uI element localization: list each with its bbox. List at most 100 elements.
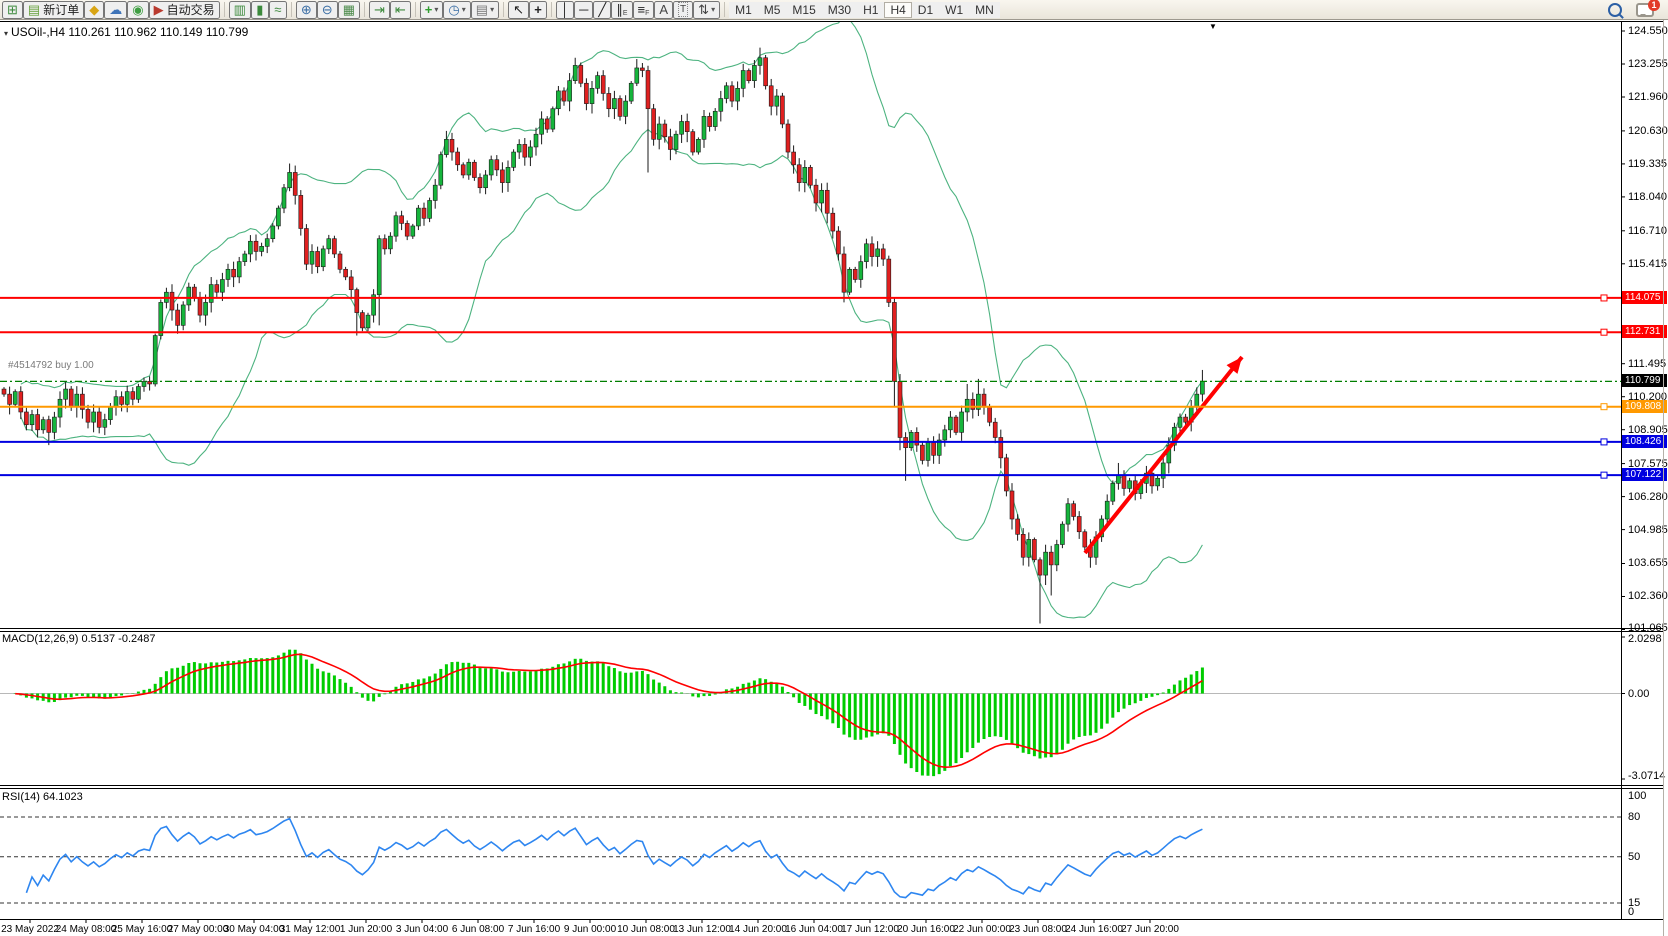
zoom-out-button[interactable]: ⊖ xyxy=(317,1,338,19)
template-icon: ▤ xyxy=(476,3,488,16)
price-tick-label: 118.040 xyxy=(1628,191,1667,203)
price-level-badge[interactable]: 112.731 xyxy=(1622,325,1667,338)
bar-chart-button[interactable]: ▥ xyxy=(229,1,251,19)
community-button[interactable]: ☁ xyxy=(104,1,127,19)
indicators-icon: + xyxy=(425,3,433,16)
arrows-icon: ⇅ xyxy=(698,3,709,16)
indicators-button[interactable]: + xyxy=(420,1,444,19)
tab-m30[interactable]: M30 xyxy=(822,2,857,18)
chat-icon[interactable]: 1 xyxy=(1636,3,1654,17)
new-chart-button[interactable]: ⊞ xyxy=(2,1,23,19)
rsi-indicator-label: RSI(14) 64.1023 xyxy=(2,791,83,803)
periods-button[interactable]: ◷ xyxy=(443,1,470,19)
macd-tick-label: 0.00 xyxy=(1628,688,1649,700)
mt4-window: ⊞ ▤新订单 ◆ ☁ ◉ ▶自动交易 ▥ ▮ ≈ ⊕ ⊖ ▦ ⇥ ⇤ + ◷ ▤… xyxy=(0,0,1668,936)
equidistant-channel-button[interactable]: ∥E xyxy=(611,1,632,19)
time-tick-label: 13 Jun 12:00 xyxy=(673,924,731,935)
autotrade-button[interactable]: ▶自动交易 xyxy=(149,1,220,19)
tab-mn[interactable]: MN xyxy=(969,2,1000,18)
time-tick-label: 23 Jun 08:00 xyxy=(1009,924,1067,935)
price-tick-label: 119.335 xyxy=(1628,158,1667,170)
mql-market-button[interactable]: ◆ xyxy=(84,1,104,19)
macd-indicator-label: MACD(12,26,9) 0.5137 -0.2487 xyxy=(2,633,155,645)
time-tick-label: 30 May 04:00 xyxy=(224,924,285,935)
tab-h4[interactable]: H4 xyxy=(884,2,911,18)
zoom-out-icon: ⊖ xyxy=(322,3,333,16)
fibo-f-subscript: F xyxy=(645,10,649,17)
line-chart-button[interactable]: ≈ xyxy=(269,1,287,19)
tab-m5[interactable]: M5 xyxy=(758,2,787,18)
price-level-badge[interactable]: 107.122 xyxy=(1622,468,1667,481)
templates-button[interactable]: ▤ xyxy=(471,1,499,19)
price-level-badge[interactable]: 109.808 xyxy=(1622,400,1667,413)
chart-canvas[interactable] xyxy=(0,21,1621,919)
time-tick-label: 1 Jun 20:00 xyxy=(340,924,392,935)
macd-tick-label: -3.0714 xyxy=(1628,770,1665,782)
time-tick-label: 3 Jun 04:00 xyxy=(396,924,448,935)
fibonacci-button[interactable]: ≡F xyxy=(633,1,655,19)
auto-scroll-button[interactable]: ⇥ xyxy=(369,1,390,19)
toolbar-separator xyxy=(503,2,504,17)
candlestick-chart-button[interactable]: ▮ xyxy=(251,1,269,19)
new-order-button[interactable]: ▤新订单 xyxy=(23,1,84,19)
zoom-in-button[interactable]: ⊕ xyxy=(296,1,317,19)
toolbar-separator xyxy=(291,2,292,17)
tab-d1[interactable]: D1 xyxy=(912,2,939,18)
time-tick-label: 9 Jun 00:00 xyxy=(564,924,616,935)
bar-chart-icon: ▥ xyxy=(234,3,246,16)
search-icon[interactable] xyxy=(1608,3,1622,17)
auto-scroll-icon: ⇥ xyxy=(374,3,385,16)
chart-menu-icon[interactable]: ▾ xyxy=(4,29,8,38)
chart-shift-icon: ⇤ xyxy=(395,3,406,16)
candlestick-icon: ▮ xyxy=(256,3,263,16)
time-tick-label: 23 May 2022 xyxy=(1,924,59,935)
chart-title: ▾USOil-,H4 110.261 110.962 110.149 110.7… xyxy=(4,25,248,39)
signals-icon: ◉ xyxy=(132,3,143,16)
vertical-line-button[interactable]: │ xyxy=(556,1,574,19)
autotrade-icon: ▶ xyxy=(154,3,164,16)
price-axis: 124.550123.255121.960120.630119.335118.0… xyxy=(1621,0,1668,936)
time-tick-label: 6 Jun 08:00 xyxy=(452,924,504,935)
price-level-badge[interactable]: 114.075 xyxy=(1622,291,1667,304)
order-line-label: #4514792 buy 1.00 xyxy=(8,360,94,371)
horizontal-line-button[interactable]: ─ xyxy=(574,1,593,19)
price-tick-label: 106.280 xyxy=(1628,491,1668,503)
tile-windows-icon: ▦ xyxy=(343,3,355,16)
tab-h1[interactable]: H1 xyxy=(857,2,884,18)
text-label-button[interactable]: T xyxy=(673,1,693,19)
price-level-badge[interactable]: 110.799 xyxy=(1622,374,1667,387)
time-tick-label: 25 May 16:00 xyxy=(112,924,173,935)
price-level-badge[interactable]: 108.426 xyxy=(1622,435,1667,448)
tile-windows-button[interactable]: ▦ xyxy=(338,1,360,19)
toolbar-separator xyxy=(551,2,552,17)
price-tick-label: 116.710 xyxy=(1628,225,1667,237)
time-tick-label: 22 Jun 00:00 xyxy=(953,924,1011,935)
chart-shift-marker-icon[interactable]: ▼ xyxy=(1209,22,1217,31)
window-edge xyxy=(1663,20,1664,936)
new-order-label: 新订单 xyxy=(43,1,79,18)
text-icon: A xyxy=(659,3,668,16)
tab-m1[interactable]: M1 xyxy=(729,2,758,18)
rsi-tick-label: 100 xyxy=(1628,790,1646,802)
tab-m15[interactable]: M15 xyxy=(786,2,821,18)
time-tick-label: 27 Jun 20:00 xyxy=(1121,924,1179,935)
cursor-button[interactable]: ↖ xyxy=(508,1,529,19)
line-chart-icon: ≈ xyxy=(274,3,281,16)
tab-w1[interactable]: W1 xyxy=(939,2,969,18)
mql-icon: ◆ xyxy=(89,3,99,16)
chart-shift-button[interactable]: ⇤ xyxy=(390,1,411,19)
time-tick-label: 24 Jun 16:00 xyxy=(1065,924,1123,935)
rsi-tick-label: 80 xyxy=(1628,811,1640,823)
crosshair-button[interactable]: + xyxy=(529,1,547,19)
new-chart-icon: ⊞ xyxy=(7,3,18,16)
periods-icon: ◷ xyxy=(448,3,459,16)
arrows-button[interactable]: ⇅ xyxy=(693,1,720,19)
notification-badge: 1 xyxy=(1648,0,1660,11)
time-tick-label: 16 Jun 04:00 xyxy=(785,924,843,935)
channel-e-subscript: E xyxy=(623,10,628,17)
trendline-button[interactable]: ╱ xyxy=(593,1,611,19)
text-button[interactable]: A xyxy=(654,1,673,19)
fibonacci-icon: ≡ xyxy=(638,3,646,16)
price-tick-label: 121.960 xyxy=(1628,91,1668,103)
signals-button[interactable]: ◉ xyxy=(127,1,148,19)
